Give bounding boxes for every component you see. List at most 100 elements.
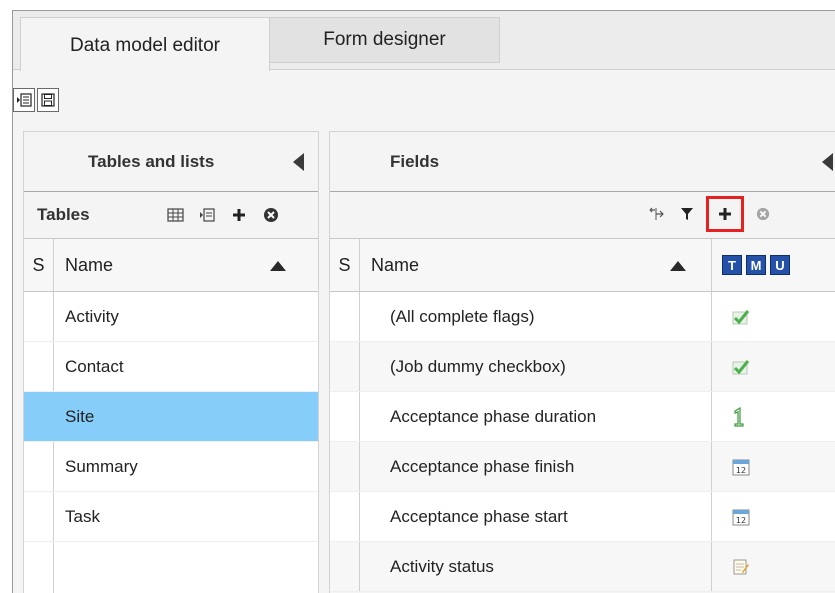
main-toolbar — [13, 88, 59, 118]
column-header-s[interactable]: S — [24, 239, 54, 291]
tab-label: Data model editor — [70, 35, 220, 56]
import-table-button[interactable] — [196, 204, 218, 226]
status-cell — [330, 342, 360, 391]
tables-panel-header: Tables and lists — [24, 132, 318, 192]
field-row[interactable]: (All complete flags) — [330, 292, 835, 342]
table-name: Contact — [65, 356, 124, 376]
table-name: Site — [65, 406, 95, 426]
calendar-icon: 12 — [732, 459, 750, 475]
status-cell — [24, 392, 54, 441]
fields-subbar — [330, 192, 835, 239]
status-cell — [24, 442, 54, 491]
field-row[interactable]: Acceptance phase finish 12 — [330, 442, 835, 492]
empty-row — [24, 542, 318, 593]
status-cell — [24, 492, 54, 541]
app-frame: Data model editor Form designer Tables a… — [12, 10, 835, 593]
type-badge-u[interactable]: U — [770, 255, 790, 275]
field-name: (All complete flags) — [360, 292, 712, 341]
delete-table-button[interactable] — [260, 204, 282, 226]
tables-actions — [164, 204, 282, 226]
field-row[interactable]: Acceptance phase duration — [330, 392, 835, 442]
status-cell — [330, 492, 360, 541]
delete-field-button[interactable] — [752, 203, 774, 225]
checkbox-icon — [732, 309, 750, 324]
table-name: Activity — [65, 306, 119, 326]
field-type — [712, 392, 832, 441]
import-button[interactable] — [13, 88, 35, 112]
import-icon — [17, 93, 32, 107]
fields-panel: Fields S Name T M U (All complete flags)… — [329, 131, 835, 593]
table-row[interactable]: Contact — [24, 342, 318, 392]
column-header-name[interactable]: Name — [360, 239, 712, 291]
field-type — [712, 292, 832, 341]
svg-text:12: 12 — [736, 466, 746, 475]
grid-view-button[interactable] — [164, 204, 186, 226]
notepad-icon — [733, 559, 749, 574]
table-row[interactable]: Summary — [24, 442, 318, 492]
add-table-button[interactable] — [228, 204, 250, 226]
field-type — [712, 542, 832, 591]
fields-grid: S Name T M U (All complete flags) (Job d… — [330, 239, 835, 592]
grid-icon — [166, 208, 184, 222]
checkbox-icon — [732, 359, 750, 374]
tables-grid-header: S Name — [24, 239, 318, 292]
table-name: Task — [65, 506, 100, 526]
sort-asc-icon — [670, 261, 686, 271]
add-field-button[interactable] — [706, 196, 744, 232]
type-badge-t[interactable]: T — [722, 255, 742, 275]
remove-circle-icon — [756, 207, 770, 221]
tables-grid: S Name Activity Contact Site Summary Tas… — [24, 239, 318, 593]
sort-asc-icon — [270, 261, 286, 271]
field-row[interactable]: (Job dummy checkbox) — [330, 342, 835, 392]
field-row[interactable]: Activity status — [330, 542, 835, 592]
table-row[interactable]: Task — [24, 492, 318, 542]
field-name: Acceptance phase start — [360, 492, 712, 541]
status-cell — [24, 342, 54, 391]
plus-icon — [719, 208, 731, 220]
svg-text:12: 12 — [736, 516, 746, 525]
column-header-label: Name — [371, 254, 420, 275]
empty-cell — [54, 542, 318, 593]
fields-panel-header: Fields — [330, 132, 835, 192]
fields-grid-header: S Name T M U — [330, 239, 835, 292]
field-type — [712, 342, 832, 391]
table-row[interactable]: Site — [24, 392, 318, 442]
status-cell — [24, 542, 54, 593]
collapse-left-icon[interactable] — [293, 153, 304, 171]
status-cell — [330, 442, 360, 491]
field-name: (Job dummy checkbox) — [360, 342, 712, 391]
tab-label: Form designer — [323, 29, 446, 50]
save-icon — [41, 93, 55, 107]
panel-title: Tables and lists — [88, 151, 215, 171]
panel-title: Fields — [390, 151, 440, 171]
field-type: 12 — [712, 492, 832, 541]
table-row[interactable]: Activity — [24, 292, 318, 342]
type-badges: T M U — [712, 239, 832, 291]
collapse-right-icon[interactable] — [822, 153, 833, 171]
status-cell — [330, 542, 360, 591]
status-cell — [24, 292, 54, 341]
field-name: Acceptance phase duration — [360, 392, 712, 441]
plus-icon — [233, 209, 245, 221]
field-name: Acceptance phase finish — [360, 442, 712, 491]
status-cell — [330, 392, 360, 441]
tab-data-model-editor[interactable]: Data model editor — [20, 17, 270, 71]
tab-bar: Data model editor Form designer — [13, 11, 835, 71]
field-name: Activity status — [360, 542, 712, 591]
field-row[interactable]: Acceptance phase start 12 — [330, 492, 835, 542]
column-header-name[interactable]: Name — [54, 239, 318, 291]
tables-subbar: Tables — [24, 192, 318, 239]
filter-button[interactable] — [676, 203, 698, 225]
calendar-icon: 12 — [732, 509, 750, 525]
table-name: Summary — [65, 456, 138, 476]
number-icon — [734, 406, 744, 427]
tab-form-designer[interactable]: Form designer — [270, 17, 500, 63]
tables-panel: Tables and lists Tables S Name Activity … — [23, 131, 319, 593]
type-badge-m[interactable]: M — [746, 255, 766, 275]
column-header-s[interactable]: S — [330, 239, 360, 291]
status-cell — [330, 292, 360, 341]
fields-actions — [646, 196, 774, 232]
move-field-button[interactable] — [646, 203, 668, 225]
move-icon — [649, 207, 664, 220]
save-button[interactable] — [37, 88, 59, 112]
